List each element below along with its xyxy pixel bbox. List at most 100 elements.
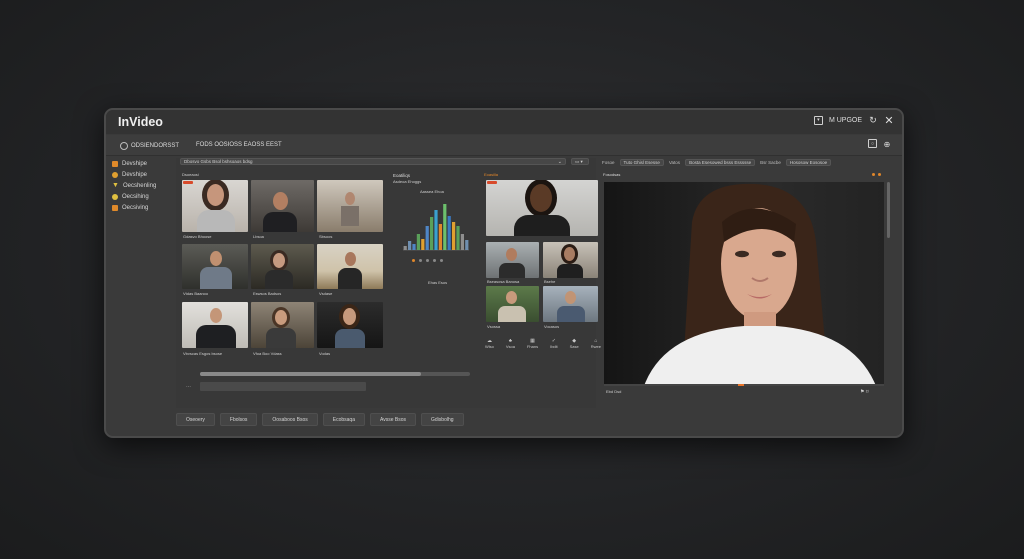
toolbar-item[interactable]: Fosoe [602,160,615,165]
person-shirt [200,267,232,289]
toolbar-item[interactable]: Vatos [669,160,680,165]
sidebar-item-label: Oecshenling [122,182,157,189]
person [506,291,517,304]
library-input[interactable] [200,382,366,391]
check-icon-button[interactable]: ✓ Ibdit [550,338,558,349]
home-icon-button[interactable]: ⌂ Rwee [591,338,601,349]
sidebar-item-2[interactable]: Devshipe [112,169,172,180]
sidebar-item-1[interactable]: Devshipe [112,158,172,169]
toolbar-item[interactable]: Tuto Ghisl Esesse [619,159,664,166]
app-window: InVideo ▾ M UPGOE ↻ ✕ ODSIENDORSST FODS … [104,108,904,438]
person [273,192,288,210]
dot[interactable] [433,259,436,262]
film-icon-button[interactable]: ▦ Fhans [527,338,538,349]
library-label: Dsoeaosi [182,172,199,177]
refresh-icon[interactable]: ↻ [868,115,878,125]
dot[interactable] [419,259,422,262]
minimize-icon[interactable]: ▾ [813,115,823,125]
thumbnail[interactable] [543,286,598,322]
sidebar-item-label: Devshipe [122,171,148,178]
title-bar: InVideo ▾ M UPGOE ↻ ✕ [106,110,902,134]
toolbar-item[interactable]: Bosta Esesowed bsss Essssse [685,159,756,166]
thumbnail[interactable] [182,180,248,232]
settings-icon-button[interactable]: ◆ Sase [570,338,579,349]
thumbnail-featured[interactable] [486,180,598,236]
library-panel: Dbosvo Gsbs Bsol bshsoaos bdsg ⌄ ▭ ▾ Dso… [176,158,601,408]
chart-bar [408,241,412,250]
tab-1[interactable]: Oseoery [176,413,215,426]
sidebar-item-3[interactable]: ▼ Oecshenling [112,180,172,191]
thumbnail[interactable] [486,242,539,278]
folder-icon [112,160,118,167]
sidebar-item-5[interactable]: Oecsiving [112,202,172,213]
thumb-caption: Sbsoos [319,234,333,239]
titlebar-status: M UPGOE [828,116,862,124]
tab-6[interactable]: Gdisbolhg [421,413,464,426]
icon-label: Vsoa [505,344,515,349]
dropdown-value: Dbosvo Gsbs Bsol bshsoaos bdsg [184,159,253,164]
person-shirt [338,268,362,289]
chart-bar [430,217,434,250]
view-toggle[interactable]: ▭ ▾ [571,158,589,165]
chart-bar [425,226,429,250]
video-preview[interactable] [604,182,884,386]
person-shirt [499,263,525,278]
thumb-caption: Vocasos [544,324,560,329]
chat-icon-button[interactable]: ☁ Wlso [485,338,494,349]
tab-4[interactable]: Ecobsaqa [322,413,365,426]
dot[interactable] [426,259,429,262]
thumbnail[interactable] [486,286,539,322]
thumbnail[interactable] [182,302,248,348]
search-icon[interactable]: ○ [868,139,877,148]
talent-header: Eoasilla [484,172,499,177]
person-shirt [197,210,235,232]
toolbar-item[interactable]: Hososow Eososoe [785,159,832,166]
library-progress-track[interactable] [200,372,470,376]
person [345,252,356,266]
person [506,248,517,261]
tab-2[interactable]: Fbolsos [219,413,258,426]
thumb-caption: Vsdase [319,291,333,296]
people-icon-button[interactable]: ♣ Vsoa [506,338,515,349]
bottom-tabs: Oseoery Fbolsos Oosaboos Bsos Ecobsaqa A… [176,413,464,426]
menu-item-1[interactable]: ODSIENDORSST [131,143,179,149]
toolbar-item[interactable]: Bsr Sacbe [760,160,781,165]
icon-label: Ibdit [550,344,558,349]
sidebar-item-4[interactable]: Oecsihing [112,191,172,202]
person [275,310,287,325]
thumbnail[interactable] [317,180,383,232]
library-dropdown[interactable]: Dbosvo Gsbs Bsol bshsoaos bdsg ⌄ [180,158,566,165]
thumbnail[interactable] [543,242,598,278]
dot[interactable] [412,259,415,262]
dot[interactable] [440,259,443,262]
preview-icons: ⚑ ⌑ [860,389,869,395]
tab-5[interactable]: Avsse Bsos [369,413,417,426]
person [564,247,575,261]
app-title: InVideo [118,115,163,129]
person [210,308,222,323]
thumbnail[interactable] [317,302,383,348]
tab-3[interactable]: Oosaboos Bsos [262,413,318,426]
chart-bar [434,210,438,250]
playhead[interactable] [738,384,744,386]
person-shirt [557,264,583,278]
thumbnail[interactable] [251,180,314,232]
menu-item-2[interactable]: FODS OOSIOSS EAOSS EEST [196,142,282,148]
person [207,184,224,206]
person-shirt [335,329,365,348]
person-shirt [266,328,296,348]
thumb-caption: Vodas [319,351,331,356]
preview-timeline[interactable] [604,384,884,386]
icon-label: Rwee [590,344,601,349]
close-icon[interactable]: ✕ [884,115,894,127]
globe-icon[interactable]: ⊕ [882,139,892,149]
thumbnail[interactable] [317,244,383,289]
thumbnail[interactable] [251,302,314,348]
chart-bar [465,240,469,250]
preview-scrollbar[interactable] [887,182,890,238]
thumbnail[interactable] [251,244,314,289]
target-icon [120,142,128,150]
analytics-title: Eoatiliqs [393,173,411,178]
record-badge [487,181,497,184]
thumbnail[interactable] [182,244,248,289]
